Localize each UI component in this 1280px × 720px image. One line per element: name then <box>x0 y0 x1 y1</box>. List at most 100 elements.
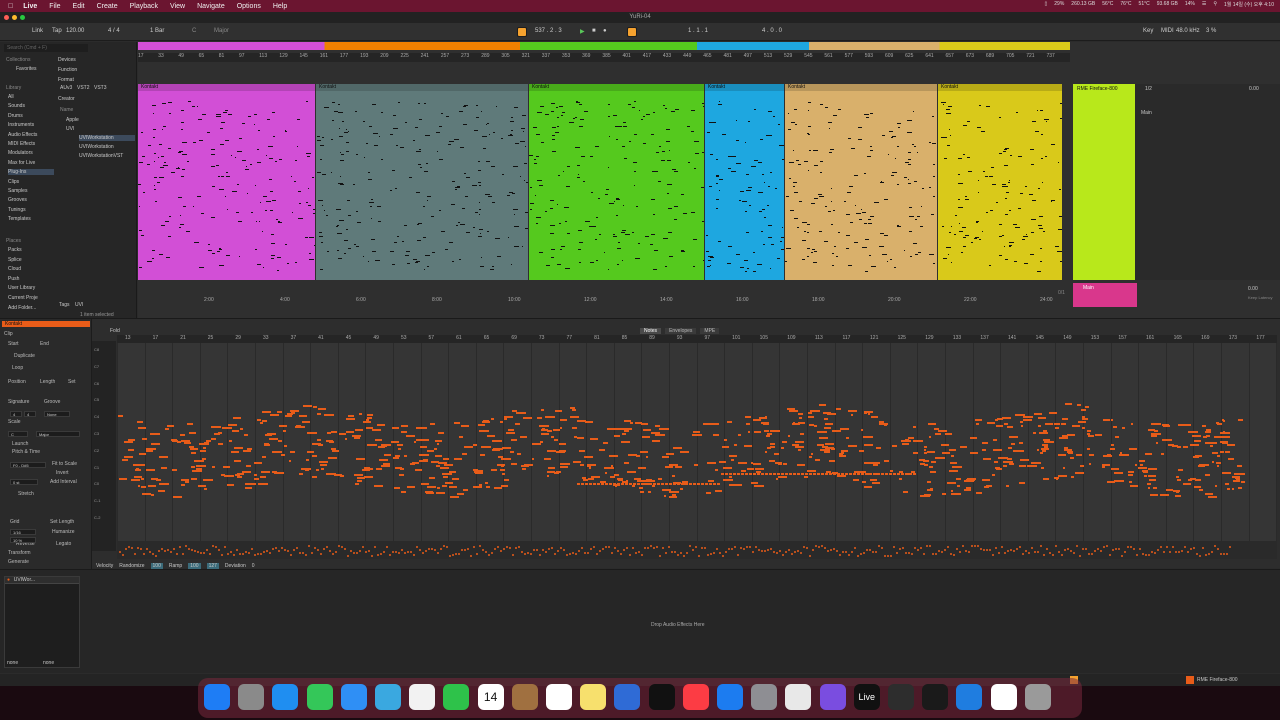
midi-note[interactable] <box>576 436 585 439</box>
midi-note[interactable] <box>604 467 614 470</box>
velocity-point[interactable] <box>341 545 343 548</box>
velocity-point[interactable] <box>992 554 994 557</box>
midi-note[interactable] <box>1208 495 1217 498</box>
midi-note[interactable] <box>123 441 133 444</box>
dock-trash-icon[interactable] <box>1024 684 1051 710</box>
midi-note[interactable] <box>769 473 772 475</box>
velocity-point[interactable] <box>887 554 889 557</box>
stop-icon[interactable]: ■ <box>592 28 596 34</box>
midi-note[interactable] <box>884 423 888 426</box>
velocity-point[interactable] <box>440 547 442 550</box>
midi-note[interactable] <box>781 441 787 444</box>
midi-note[interactable] <box>246 465 251 468</box>
velocity-point[interactable] <box>1187 550 1189 553</box>
midi-note[interactable] <box>1004 423 1009 426</box>
midi-note[interactable] <box>798 421 806 424</box>
velocity-point[interactable] <box>263 551 265 554</box>
midi-note[interactable] <box>745 473 748 475</box>
midi-note[interactable] <box>391 427 399 430</box>
midi-note[interactable] <box>445 482 453 485</box>
midi-note[interactable] <box>609 483 612 485</box>
midi-note[interactable] <box>597 483 600 485</box>
midi-note[interactable] <box>189 448 199 451</box>
midi-note[interactable] <box>1013 449 1022 452</box>
midi-note[interactable] <box>648 490 651 493</box>
midi-note[interactable] <box>202 447 206 450</box>
dock-app-store-icon[interactable] <box>717 684 743 710</box>
velocity-point[interactable] <box>1082 548 1084 551</box>
midi-note[interactable] <box>806 470 816 473</box>
clip-prop-add-interval[interactable]: Add Interval <box>50 479 77 485</box>
midi-note[interactable] <box>819 403 827 406</box>
midi-note[interactable] <box>172 468 178 471</box>
velocity-point[interactable] <box>413 554 415 557</box>
midi-note[interactable] <box>714 468 718 471</box>
midi-note[interactable] <box>1175 494 1180 497</box>
velocity-point[interactable] <box>614 546 616 549</box>
midi-note[interactable] <box>832 429 842 432</box>
midi-note[interactable] <box>413 440 417 443</box>
midi-note[interactable] <box>1204 473 1210 476</box>
velocity-point[interactable] <box>638 550 640 553</box>
midi-note[interactable] <box>453 458 463 461</box>
midi-note[interactable] <box>997 417 1002 420</box>
midi-note[interactable] <box>191 465 195 468</box>
midi-note[interactable] <box>474 472 484 475</box>
midi-note[interactable] <box>825 473 828 475</box>
midi-note[interactable] <box>584 421 593 424</box>
midi-note[interactable] <box>478 469 483 472</box>
clip-prop-fit-to-scale[interactable]: Fit to Scale <box>52 461 77 467</box>
midi-note[interactable] <box>582 477 586 480</box>
velocity-point[interactable] <box>422 551 424 554</box>
velocity-point[interactable] <box>788 548 790 551</box>
midi-note[interactable] <box>203 479 214 482</box>
scale-menu[interactable]: Major <box>214 28 229 34</box>
velocity-point[interactable] <box>836 549 838 552</box>
velocity-point[interactable] <box>374 545 376 548</box>
midi-note[interactable] <box>322 408 326 411</box>
midi-note[interactable] <box>717 483 720 485</box>
midi-note[interactable] <box>590 438 598 441</box>
velocity-point[interactable] <box>668 546 670 549</box>
midi-note[interactable] <box>981 479 990 482</box>
velocity-point[interactable] <box>227 552 229 555</box>
velocity-point[interactable] <box>1160 545 1162 548</box>
velocity-point[interactable] <box>212 545 214 548</box>
velocity-point[interactable] <box>1007 549 1009 552</box>
midi-note[interactable] <box>305 458 310 461</box>
midi-note[interactable] <box>501 484 508 487</box>
dock-safari-icon[interactable] <box>272 684 299 710</box>
midi-note[interactable] <box>404 455 408 458</box>
midi-note[interactable] <box>949 469 959 472</box>
velocity-point[interactable] <box>428 547 430 550</box>
midi-note[interactable] <box>183 442 192 445</box>
midi-note[interactable] <box>694 464 698 467</box>
midi-note[interactable] <box>763 430 769 433</box>
velocity-point[interactable] <box>842 551 844 554</box>
midi-note[interactable] <box>1103 418 1110 421</box>
midi-note[interactable] <box>770 430 780 433</box>
loop-start[interactable]: 1 . 1 . 1 <box>688 28 708 34</box>
velocity-point[interactable] <box>701 546 703 549</box>
velocity-point[interactable] <box>125 547 127 550</box>
velocity-point[interactable] <box>932 552 934 555</box>
velocity-point[interactable] <box>752 551 754 554</box>
midi-note[interactable] <box>757 473 760 475</box>
midi-note[interactable] <box>472 443 477 446</box>
midi-note[interactable] <box>1135 463 1138 466</box>
tab-notes[interactable]: Notes <box>640 328 662 334</box>
velocity-point[interactable] <box>641 554 643 557</box>
midi-note[interactable] <box>237 475 242 478</box>
velocity-point[interactable] <box>1001 546 1003 549</box>
mixer-track-main[interactable]: Main <box>1141 110 1152 116</box>
midi-note[interactable] <box>689 483 692 485</box>
midi-note[interactable] <box>479 429 489 432</box>
wifi-icon[interactable]: ☰ <box>1202 1 1206 8</box>
velocity-point[interactable] <box>890 554 892 557</box>
velocity-point[interactable] <box>1025 550 1027 553</box>
velocity-point[interactable] <box>233 553 235 556</box>
midi-note[interactable] <box>743 444 753 447</box>
midi-note[interactable] <box>345 431 355 434</box>
velocity-point[interactable] <box>917 549 919 552</box>
velocity-point[interactable] <box>1169 551 1171 554</box>
